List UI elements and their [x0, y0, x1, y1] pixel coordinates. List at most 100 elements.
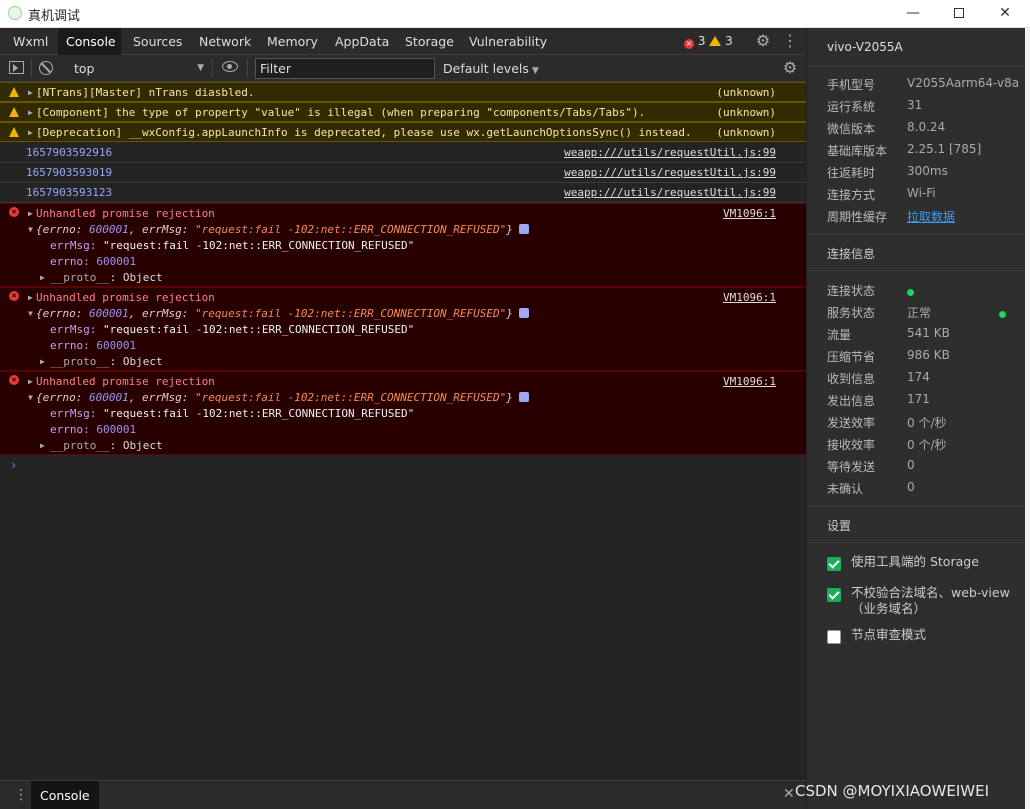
- tab-network[interactable]: Network: [191, 28, 259, 55]
- tab-storage[interactable]: Storage: [397, 28, 462, 55]
- status-dot-icon: [999, 311, 1006, 318]
- expand-arrow-icon[interactable]: ▶: [40, 273, 45, 282]
- info-key: 基础库版本: [827, 144, 888, 158]
- collapse-arrow-icon[interactable]: ▼: [28, 309, 33, 318]
- error-title: Unhandled promise rejection: [36, 291, 215, 304]
- proto-property[interactable]: __proto__: Object: [50, 271, 163, 284]
- expand-arrow-icon[interactable]: ▶: [28, 293, 33, 302]
- close-button[interactable]: ✕: [982, 0, 1028, 28]
- toolbar-divider: [212, 59, 213, 77]
- tab-console[interactable]: Console: [58, 28, 121, 55]
- error-message[interactable]: × ▶ Unhandled promise rejection VM1096:1…: [0, 287, 806, 371]
- warning-message[interactable]: ▶ [Deprecation] __wxConfig.appLaunchInfo…: [0, 122, 806, 142]
- maximize-button[interactable]: [936, 0, 982, 28]
- proto-key: __proto__: [50, 355, 110, 368]
- clear-console-icon[interactable]: [39, 61, 53, 75]
- more-options-icon[interactable]: ⋮: [782, 32, 798, 50]
- error-source-link[interactable]: VM1096:1: [723, 291, 776, 304]
- errno-property: errno: 600001: [50, 339, 136, 352]
- expand-arrow-icon[interactable]: ▶: [40, 441, 45, 450]
- node-inspect-label[interactable]: 节点审查模式: [851, 627, 1021, 643]
- error-title: Unhandled promise rejection: [36, 375, 215, 388]
- expand-arrow-icon[interactable]: ▶: [28, 108, 33, 117]
- conn-value: 0: [907, 458, 915, 472]
- info-icon[interactable]: [518, 224, 529, 234]
- errno-key: errno:: [42, 391, 89, 404]
- tab-appdata[interactable]: AppData: [327, 28, 397, 55]
- info-icon[interactable]: [518, 392, 529, 402]
- error-object-preview[interactable]: {errno: 600001, errMsg: "request:fail -1…: [36, 391, 529, 404]
- panel-divider: [807, 542, 1030, 543]
- log-levels-dropdown[interactable]: Default levels ▼: [443, 59, 539, 78]
- errno-value: 600001: [88, 307, 129, 320]
- chevron-down-icon: ▼: [197, 63, 204, 73]
- tab-vulnerability[interactable]: Vulnerability: [461, 28, 555, 55]
- errmsg-value: "request:fail -102:net::ERR_CONNECTION_R…: [194, 391, 507, 404]
- minimize-button[interactable]: —: [890, 0, 936, 28]
- toolbar-divider: [31, 59, 32, 77]
- prop-key: errMsg:: [50, 407, 103, 420]
- log-source-link[interactable]: weapp:///utils/requestUtil.js:99: [564, 146, 776, 159]
- drawer-menu-icon[interactable]: ⋮: [14, 787, 28, 803]
- expand-arrow-icon[interactable]: ▶: [28, 377, 33, 386]
- use-tool-storage-checkbox[interactable]: [827, 557, 841, 571]
- show-sidebar-icon[interactable]: [9, 61, 24, 74]
- proto-property[interactable]: __proto__: Object: [50, 439, 163, 452]
- prop-key: errMsg:: [50, 239, 103, 252]
- warning-message[interactable]: ▶ [NTrans][Master] nTrans diasbled. (unk…: [0, 82, 806, 102]
- expand-arrow-icon[interactable]: ▶: [28, 209, 33, 218]
- warning-icon: [9, 107, 19, 117]
- console-toolbar: top ▼ Default levels▼ ⚙: [0, 55, 806, 82]
- errno-value: 600001: [88, 223, 129, 236]
- log-text: 1657903593019: [26, 166, 113, 179]
- issue-counters[interactable]: × 3 3: [684, 34, 733, 49]
- brace-open: {: [36, 307, 43, 320]
- device-info-panel: vivo-V2055A 手机型号 V2055Aarm64-v8a 运行系统 31 微…: [806, 28, 1030, 809]
- close-drawer-icon[interactable]: ✕: [783, 786, 795, 802]
- skip-domain-check-label[interactable]: 不校验合法域名、web-view（业务域名）: [851, 585, 1021, 617]
- proto-property[interactable]: __proto__: Object: [50, 355, 163, 368]
- devtools-pane: Wxml Console Sources Network Memory AppD…: [0, 28, 806, 809]
- error-count: 3: [697, 34, 706, 48]
- error-object-preview[interactable]: {errno: 600001, errMsg: "request:fail -1…: [36, 223, 529, 236]
- log-source-link[interactable]: weapp:///utils/requestUtil.js:99: [564, 186, 776, 199]
- skip-domain-check-checkbox[interactable]: [827, 588, 841, 602]
- tab-sources[interactable]: Sources: [125, 28, 190, 55]
- error-title: Unhandled promise rejection: [36, 207, 215, 220]
- collapse-arrow-icon[interactable]: ▼: [28, 225, 33, 234]
- log-message: 1657903593019 weapp:///utils/requestUtil…: [0, 163, 806, 183]
- live-expression-eye-icon[interactable]: [222, 61, 238, 72]
- conn-key: 发送效率: [827, 416, 876, 430]
- console-settings-gear-icon[interactable]: ⚙: [781, 59, 799, 77]
- window-title: 真机调试: [28, 9, 81, 24]
- node-inspect-checkbox[interactable]: [827, 630, 841, 644]
- proto-value: : Object: [109, 271, 163, 284]
- error-source-link[interactable]: VM1096:1: [723, 375, 776, 388]
- tab-memory[interactable]: Memory: [259, 28, 326, 55]
- info-icon[interactable]: [518, 308, 529, 318]
- console-prompt-icon[interactable]: ›: [10, 458, 17, 472]
- tab-wxml[interactable]: Wxml: [5, 28, 56, 55]
- warning-message[interactable]: ▶ [Component] the type of property "valu…: [0, 102, 806, 122]
- error-source-link[interactable]: VM1096:1: [723, 207, 776, 220]
- brace-open: {: [36, 223, 43, 236]
- drawer-tab-console[interactable]: Console: [31, 781, 99, 809]
- conn-key: 等待发送: [827, 460, 876, 474]
- proto-value: : Object: [109, 439, 163, 452]
- collapse-arrow-icon[interactable]: ▼: [28, 393, 33, 402]
- expand-arrow-icon[interactable]: ▶: [40, 357, 45, 366]
- log-source-link[interactable]: weapp:///utils/requestUtil.js:99: [564, 166, 776, 179]
- fetch-data-link[interactable]: 拉取数据: [907, 208, 955, 225]
- expand-arrow-icon[interactable]: ▶: [28, 128, 33, 137]
- settings-gear-icon[interactable]: ⚙: [754, 32, 772, 50]
- conn-key: 发出信息: [827, 394, 876, 408]
- error-message[interactable]: × ▶ Unhandled promise rejection VM1096:1…: [0, 203, 806, 287]
- conn-key: 连接状态: [827, 284, 876, 298]
- error-object-preview[interactable]: {errno: 600001, errMsg: "request:fail -1…: [36, 307, 529, 320]
- use-tool-storage-label[interactable]: 使用工具端的 Storage: [851, 554, 1021, 570]
- bottom-drawer: ⋮ Console ✕: [0, 780, 806, 809]
- expand-arrow-icon[interactable]: ▶: [28, 88, 33, 97]
- filter-input[interactable]: [255, 58, 435, 79]
- context-selector[interactable]: top ▼: [66, 59, 208, 78]
- error-message[interactable]: × ▶ Unhandled promise rejection VM1096:1…: [0, 371, 806, 455]
